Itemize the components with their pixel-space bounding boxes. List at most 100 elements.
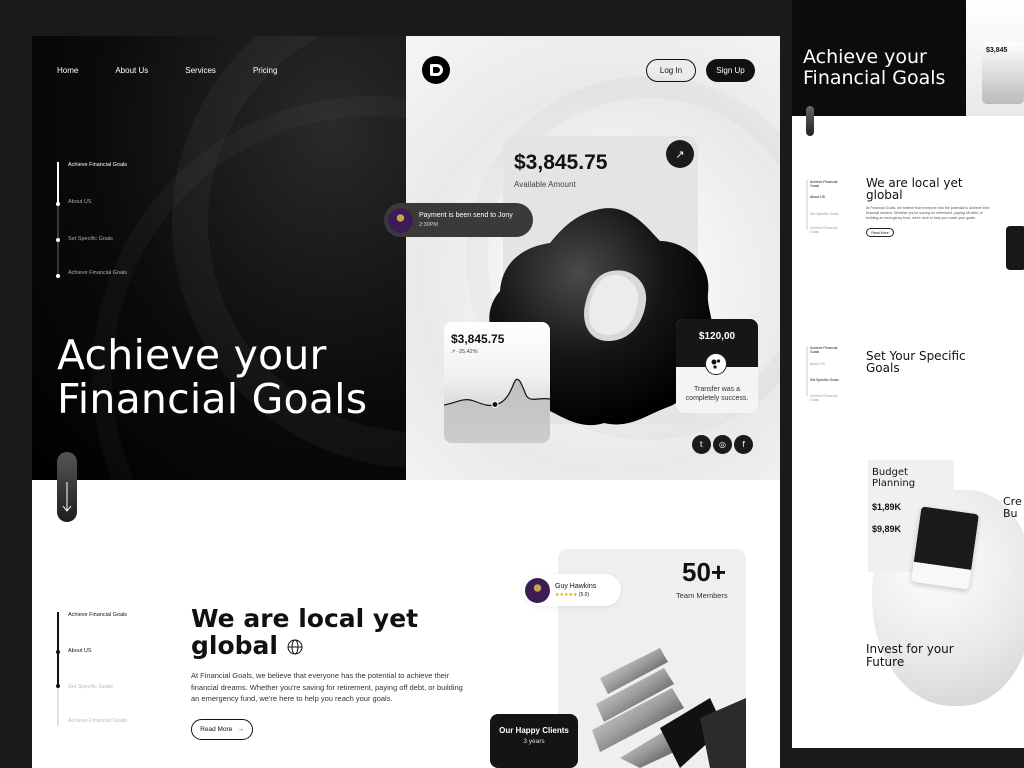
payment-title: Payment is been send to Jony [419,212,513,219]
read-more-label: Read More [200,726,233,733]
preview-about-title: We are local yet global [866,177,963,201]
read-more-button[interactable]: Read More → [191,719,253,740]
about-description: At Financial Goals, we believe that ever… [191,671,463,703]
step-dot [56,274,60,278]
step-progress-track [57,162,59,276]
preview-hero-line-1: Achieve your [803,46,927,68]
clients-title: Our Happy Clients [499,726,569,735]
nav-about-us[interactable]: About Us [115,66,148,75]
preview-clients-card [1006,226,1024,270]
team-members-label: Team Members [676,591,728,600]
logo-d-icon [429,64,443,76]
login-button[interactable]: Log In [646,59,696,82]
preview-specific-title: Set Your Specific Goals [866,350,966,374]
reviewer-rating: ★★★★★ (5.0) [555,592,596,598]
preview-step-track [806,346,808,396]
dots-icon [711,359,721,369]
preview-step: Achieve Financial Goals [810,346,838,354]
step-achieve-goals-2[interactable]: Achieve Financial Goals [68,270,128,277]
sparkline-chart [444,378,550,443]
hero-title-line-2: Financial Goals [57,375,368,423]
top-navigation: Home About Us Services Pricing [57,66,277,75]
balance-amount: $3,845.75 [514,151,608,174]
step-achieve-goals[interactable]: Achieve Financial Goals [68,162,128,169]
preview-step-track [806,180,808,230]
hero-title: Achieve your Financial Goals [57,333,367,421]
step-progress-fill [57,612,59,686]
preview-step: Set Specific Goals [810,212,839,216]
chart-amount: $3,845.75 [451,332,505,346]
balance-label: Available Amount [514,180,576,189]
globe-icon [287,639,303,655]
arrow-right-icon: → [237,726,244,733]
reviewer-badge[interactable]: Guy Hawkins ★★★★★ (5.0) [523,574,621,606]
step-dot [56,202,60,206]
about-title: We are local yet global [191,605,418,659]
step-about-us[interactable]: About US [68,648,128,655]
nav-home[interactable]: Home [57,66,78,75]
preview-credit-card [910,506,980,590]
preview-step: Achieve Financial Goals [810,180,838,188]
happy-clients-card: Our Happy Clients 3 years [490,714,578,768]
clients-subtitle: 3 years [523,738,545,745]
preview-panel: $3,845 Achieve your Financial Goals Achi… [792,0,1024,748]
preview-step: About US [810,362,825,366]
preview-budget-line-2: Planning [872,477,916,489]
social-links: 𝕥 ◎ f [692,435,753,454]
preview-hero-title: Achieve your Financial Goals [803,47,945,89]
step-dot [56,650,60,654]
preview-about-line-2: global [866,188,903,202]
twitter-icon[interactable]: 𝕥 [692,435,711,454]
step-specific-goals[interactable]: Set Specific Goals [68,236,128,243]
step-achieve-goals[interactable]: Achieve Financial Goals [68,612,128,619]
preview-budget-title: Budget Planning [872,467,916,489]
avatar [388,207,413,233]
preview-invest-line-2: Future [866,654,905,669]
arrow-down-icon [62,482,72,512]
transfer-card[interactable]: $120,00 Transfer was a completely succes… [676,319,758,413]
transfer-status-icon [705,353,727,375]
signup-button[interactable]: Sign Up [706,59,755,82]
preview-about-body: At Financial Goals, we believe that ever… [866,206,990,220]
preview-create-line-2: Bu [1003,507,1018,520]
facebook-icon[interactable]: f [734,435,753,454]
step-specific-goals[interactable]: Set Specific Goals [68,684,128,691]
step-progress-track [57,612,59,726]
preview-hero-line-2: Financial Goals [803,67,946,89]
reviewer-score: (5.0) [578,591,590,598]
transfer-message: Transfer was a completely success. [685,386,749,402]
avatar [525,577,550,603]
3d-stacked-shapes [592,648,746,768]
preview-step: About US [810,195,825,199]
payment-notification[interactable]: Payment is been send to Jony 2:30PM [384,203,533,237]
preview-read-more-button[interactable]: Read More [866,228,894,237]
preview-budget-value-1: $1,89K [872,502,902,512]
step-dot [56,684,60,688]
reviewer-name: Guy Hawkins [555,582,597,590]
step-achieve-goals-2[interactable]: Achieve Financial Goals [68,718,128,725]
preview-step: Achieve Financial Goals [810,226,838,234]
preview-budget-value-2: $9,89K [872,524,902,534]
instagram-icon[interactable]: ◎ [713,435,732,454]
preview-step: Set Specific Goals [810,378,839,382]
arrow-up-right-icon[interactable]: ↗ [666,140,694,168]
balance-chart-card[interactable]: $3,845.75 ↗ -25.42% [444,322,550,443]
brand-logo[interactable] [422,56,450,84]
payment-time: 2:30PM [419,222,438,228]
star-rating-icon: ★★★★★ [555,591,578,598]
about-title-line-2: global [191,631,278,660]
preview-step: Achieve Financial Goals [810,394,838,402]
preview-budget-line-1: Budget [872,467,908,478]
preview-scroll-button[interactable] [806,106,814,136]
step-about-us[interactable]: About US [68,199,128,206]
transfer-amount: $120,00 [698,331,736,342]
about-title-line-1: We are local yet [191,604,419,633]
credit-card-face [913,506,980,570]
step-progress-fill [57,162,59,204]
preview-specific-line-2: Goals [866,361,900,375]
team-members-count: 50+ [682,557,727,587]
preview-amount: $3,845 [986,47,1008,54]
nav-services[interactable]: Services [185,66,216,75]
nav-pricing[interactable]: Pricing [253,66,277,75]
scroll-down-button[interactable] [57,452,77,522]
